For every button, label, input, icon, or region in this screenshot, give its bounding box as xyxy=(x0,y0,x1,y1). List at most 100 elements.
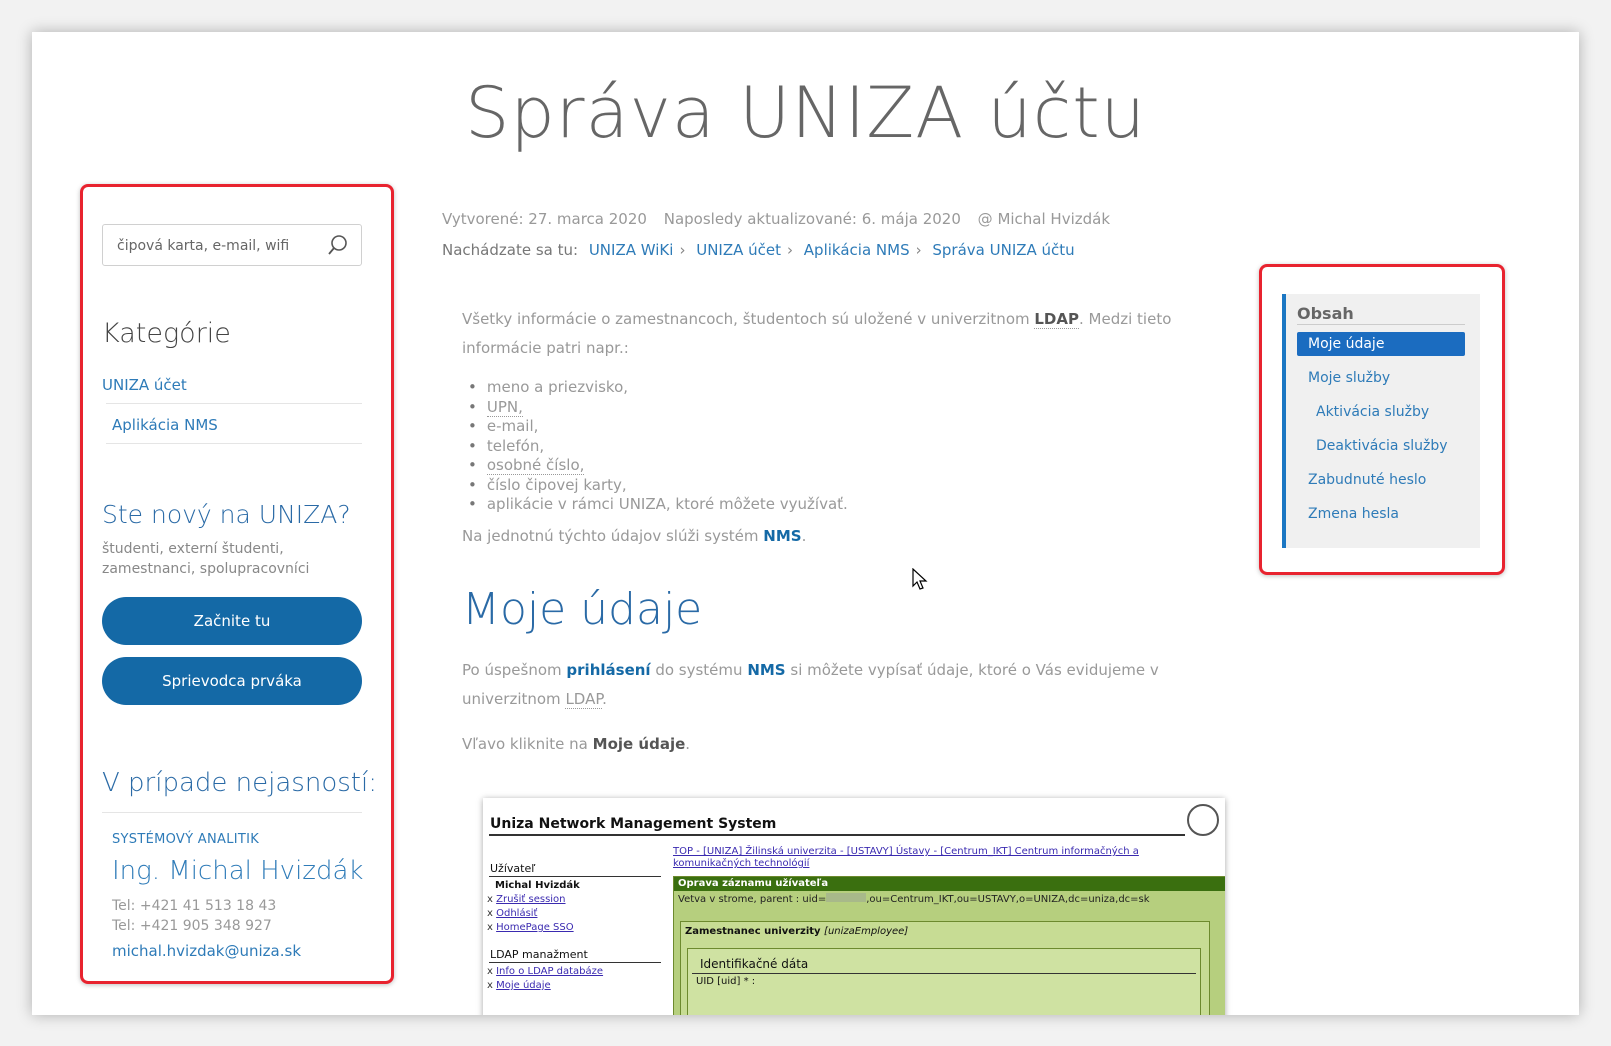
toc-item-zmena-hesla[interactable]: Zmena hesla xyxy=(1297,502,1465,526)
category-uniza-ucet[interactable]: UNIZA účet xyxy=(102,376,187,394)
breadcrumb-item[interactable]: UNIZA účet xyxy=(696,241,781,259)
nms-employee-label: Zamestnanec univerzity xyxy=(685,926,821,937)
section-heading-moje-udaje: Moje údaje xyxy=(462,584,703,635)
divider xyxy=(106,443,362,444)
help-heading: V prípade nejasností: xyxy=(102,768,377,798)
breadcrumb-item[interactable]: Aplikácia NMS xyxy=(804,241,910,259)
chevron-right-icon: › xyxy=(679,241,686,259)
intro-text: Všetky informácie o zamestnancoch, štude… xyxy=(462,310,1035,328)
breadcrumb-prefix: Nachádzate sa tu: xyxy=(442,241,579,259)
nms-breadcrumb: TOP - [UNIZA] Žilinská univerzita - [UST… xyxy=(673,846,1139,869)
breadcrumb-item-current[interactable]: Správa UNIZA účtu xyxy=(932,241,1074,259)
list-item: UPN, xyxy=(468,397,848,418)
nms-employee-class: [unizaEmployee] xyxy=(824,926,909,937)
search-icon[interactable] xyxy=(327,234,349,256)
created-date: Vytvorené: 27. marca 2020 xyxy=(442,210,647,228)
nms-uid-row: UID [uid] * : xyxy=(696,976,756,987)
toc-item-zabudnute-heslo[interactable]: Zabudnuté heslo xyxy=(1297,468,1465,492)
categories-heading: Kategórie xyxy=(102,318,231,349)
updated-date: Naposledy aktualizované: 6. mája 2020 xyxy=(663,210,961,228)
chevron-right-icon: › xyxy=(915,241,922,259)
nms-edit-panel: Oprava záznamu užívateľa Vetva v strome,… xyxy=(673,876,1225,1015)
nms-side-item: x Info o LDAP databáze xyxy=(487,966,604,977)
divider xyxy=(102,812,362,813)
nms-id-heading: Identifikačné dáta xyxy=(692,949,1196,974)
toc-item-deaktivacia-sluzby[interactable]: Deaktivácia služby xyxy=(1297,434,1465,458)
contact-email-link[interactable]: michal.hvizdak@uniza.sk xyxy=(112,942,301,960)
list-item: osobné číslo, xyxy=(468,456,848,476)
login-text: Po úspešnom xyxy=(462,661,567,679)
author: @ Michal Hvizdák xyxy=(977,210,1111,228)
nms-side-link: HomePage SSO xyxy=(496,922,574,933)
login-text: do systému xyxy=(650,661,748,679)
search-placeholder: čipová karta, e-mail, wifi xyxy=(117,238,290,254)
breadcrumb: Nachádzate sa tu: UNIZA WiKi › UNIZA účet… xyxy=(442,241,1075,259)
toc-item-moje-udaje[interactable]: Moje údaje xyxy=(1297,332,1465,356)
redacted-block xyxy=(826,893,867,902)
nms-employee-panel: Zamestnanec univerzity [unizaEmployee] I… xyxy=(680,921,1210,1015)
mouse-pointer-icon xyxy=(912,568,928,590)
toc-item-moje-sluzby[interactable]: Moje služby xyxy=(1297,366,1465,390)
divider xyxy=(106,403,362,404)
nms-text-end: . xyxy=(801,527,807,545)
nms-link[interactable]: NMS xyxy=(747,661,785,679)
click-text-end: . xyxy=(685,735,691,753)
nms-paragraph: Na jednotnú týchto údajov slúži systém N… xyxy=(462,522,1252,551)
nms-title: Uniza Network Management System xyxy=(490,816,777,832)
search-input[interactable]: čipová karta, e-mail, wifi xyxy=(102,224,362,266)
list-item: meno a priezvisko, xyxy=(468,378,848,398)
ldap-term[interactable]: LDAP xyxy=(1034,310,1079,329)
list-item: aplikácie v rámci UNIZA, ktoré môžete vy… xyxy=(468,495,848,515)
table-of-contents: Obsah Moje údaje Moje služby Aktivácia s… xyxy=(1282,294,1480,548)
toc-title: Obsah xyxy=(1297,304,1354,323)
nms-user-heading: Užívateľ xyxy=(490,862,536,875)
nms-employee-heading: Zamestnanec univerzity [unizaEmployee] xyxy=(681,922,1209,941)
nms-text: Na jednotnú týchto údajov slúži systém xyxy=(462,527,764,545)
info-list: meno a priezvisko, UPN, e-mail, telefón,… xyxy=(468,378,848,515)
freshman-guide-button[interactable]: Sprievodca prváka xyxy=(102,657,362,705)
moje-udaje-term: Moje údaje xyxy=(592,735,686,753)
nms-branch-label: Vetva v strome, parent : uid= xyxy=(678,894,827,905)
click-text: Vľavo kliknite na xyxy=(462,735,593,753)
divider xyxy=(489,876,661,877)
nms-edit-heading: Oprava záznamu užívateľa xyxy=(674,877,1225,891)
nms-id-panel: Identifikačné dáta UID [uid] * : xyxy=(687,948,1201,1015)
nms-link[interactable]: NMS xyxy=(763,527,801,545)
breadcrumb-item[interactable]: UNIZA WiKi xyxy=(589,241,674,259)
nms-side-item: x HomePage SSO xyxy=(487,922,574,933)
new-at-uniza-heading: Ste nový na UNIZA? xyxy=(102,500,351,529)
university-logo-icon xyxy=(1187,804,1219,836)
ldap-term[interactable]: LDAP xyxy=(565,690,603,709)
list-item: telefón, xyxy=(468,437,848,457)
new-at-uniza-text: študenti, externí študenti, zamestnanci,… xyxy=(102,541,310,577)
nms-side-item: x Zrušiť session xyxy=(487,894,566,905)
nms-side-link: Moje údaje xyxy=(496,980,551,991)
start-here-button[interactable]: Začnite tu xyxy=(102,597,362,645)
intro-paragraph: Všetky informácie o zamestnancoch, štude… xyxy=(462,305,1252,363)
nms-side-link: Zrušiť session xyxy=(496,894,566,905)
contact-name: Ing. Michal Hvizdák xyxy=(112,856,364,886)
list-item: číslo čipovej karty, xyxy=(468,476,848,496)
nms-side-link: Odhlásiť xyxy=(496,908,538,919)
contact-phone: Tel: +421 41 513 18 43 xyxy=(112,898,277,914)
login-text-end: . xyxy=(602,690,607,708)
nms-branch-line: Vetva v strome, parent : uid= ,ou=Centrum… xyxy=(674,891,1225,907)
list-item: e-mail, xyxy=(468,417,848,437)
upn-term[interactable]: UPN, xyxy=(486,397,523,417)
page: Správa UNIZA účtu čipová karta, e-mail, … xyxy=(32,32,1579,1015)
login-paragraph: Po úspešnom prihlásení do systému NMS si… xyxy=(462,656,1252,714)
contact-mobile: Tel: +421 905 348 927 xyxy=(112,918,272,934)
divider xyxy=(489,962,661,963)
divider xyxy=(489,834,1185,836)
divider xyxy=(1297,324,1465,325)
click-paragraph: Vľavo kliknite na Moje údaje. xyxy=(462,730,1252,759)
personal-number-term[interactable]: osobné číslo, xyxy=(486,456,585,475)
toc-item-aktivacia-sluzby[interactable]: Aktivácia služby xyxy=(1297,400,1465,424)
contact-role: SYSTÉMOVÝ ANALITIK xyxy=(112,832,260,847)
nms-ldap-heading: LDAP manažment xyxy=(490,948,588,961)
category-aplikacia-nms[interactable]: Aplikácia NMS xyxy=(112,416,218,434)
nms-side-item: x Moje údaje xyxy=(487,980,551,991)
login-link[interactable]: prihlásení xyxy=(566,661,650,679)
chevron-right-icon: › xyxy=(787,241,794,259)
nms-side-item: x Odhlásiť xyxy=(487,908,538,919)
